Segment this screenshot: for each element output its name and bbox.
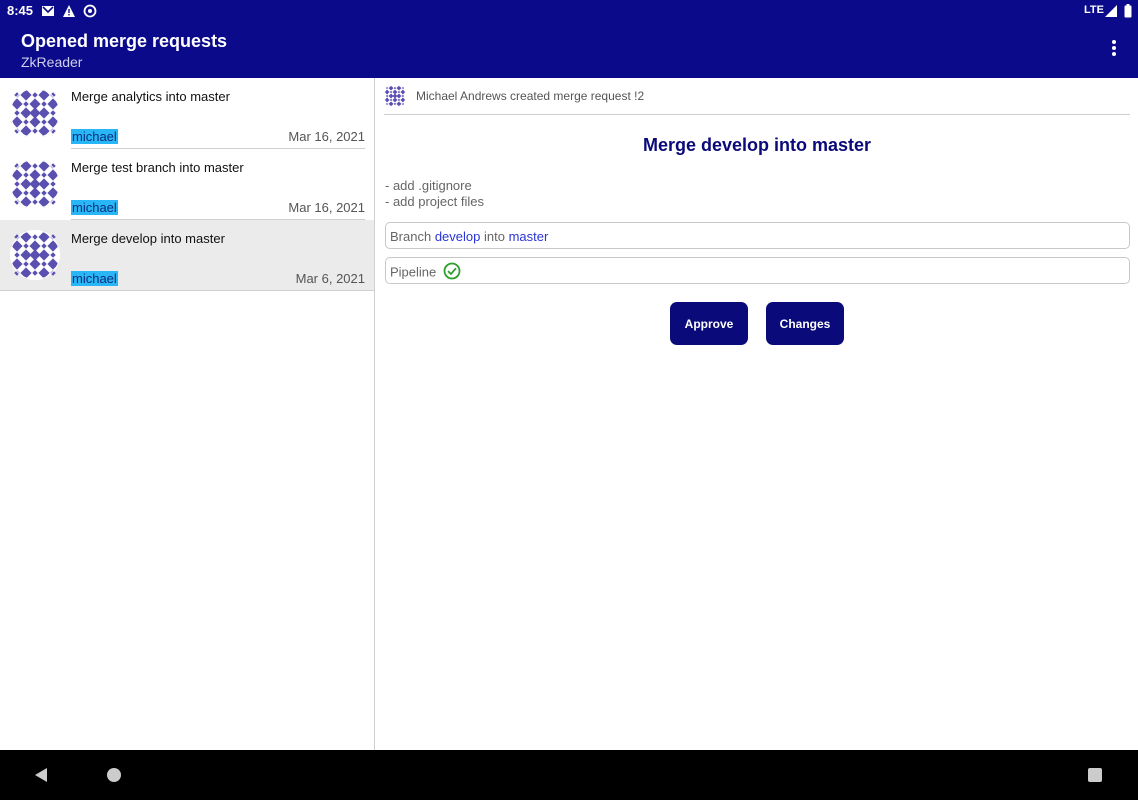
warning-icon [63,5,75,17]
merge-request-date: Mar 16, 2021 [288,129,365,144]
app-bar-title: Opened merge requests [21,31,228,51]
created-text: Michael Andrews created merge request !2 [416,89,645,103]
divider [384,114,1130,115]
merge-request-title: Merge develop into master [71,231,225,246]
status-bar: 8:45 LTE [0,0,1138,22]
pipeline-label: Pipeline [390,264,437,280]
branch-info: Branch develop into master [385,222,1130,249]
merge-request-item-selected[interactable]: Merge develop into master michael Mar 6,… [0,220,374,291]
home-icon[interactable] [107,768,121,782]
branch-into: into [484,229,505,244]
signal-icon [1105,5,1117,17]
status-time: 8:45 [7,3,34,18]
avatar [384,85,406,107]
merge-request-date: Mar 6, 2021 [295,271,365,286]
merge-request-title: Merge analytics into master [71,89,230,104]
merge-request-description: - add .gitignore - add project files [385,178,484,210]
battery-icon [1124,4,1132,18]
recents-icon[interactable] [1088,768,1102,782]
approve-button[interactable]: Approve [670,302,748,345]
merge-request-heading: Merge develop into master [642,135,872,155]
author-badge: michael [71,200,118,215]
merge-request-title: Merge test branch into master [71,160,244,175]
source-branch-link[interactable]: develop [435,229,481,244]
sync-icon [83,4,97,18]
author-badge: michael [71,129,118,144]
more-vert-icon[interactable] [1110,40,1118,60]
changes-button[interactable]: Changes [766,302,844,345]
app-bar-subtitle: ZkReader [21,54,83,70]
merge-request-list: Merge analytics into master michael Mar … [0,78,375,750]
back-icon[interactable] [35,768,47,782]
divider [0,290,374,291]
pipeline-status[interactable]: Pipeline [385,257,1130,284]
merge-request-date: Mar 16, 2021 [288,200,365,215]
check-circle-icon [443,262,461,280]
gmail-icon [42,6,54,16]
branch-prefix: Branch [390,229,432,244]
navigation-bar [0,750,1138,800]
merge-request-item[interactable]: Merge analytics into master michael Mar … [0,78,374,149]
app-bar: Opened merge requests ZkReader [0,22,1138,78]
avatar [10,230,60,280]
avatar [10,159,60,209]
target-branch-link[interactable]: master [509,229,549,244]
merge-request-detail: Michael Andrews created merge request !2… [376,78,1138,750]
description-line: - add project files [385,194,484,209]
merge-request-item[interactable]: Merge test branch into master michael Ma… [0,149,374,220]
network-type: LTE [1084,4,1104,16]
author-badge: michael [71,271,118,286]
avatar [10,88,60,138]
description-line: - add .gitignore [385,178,472,193]
